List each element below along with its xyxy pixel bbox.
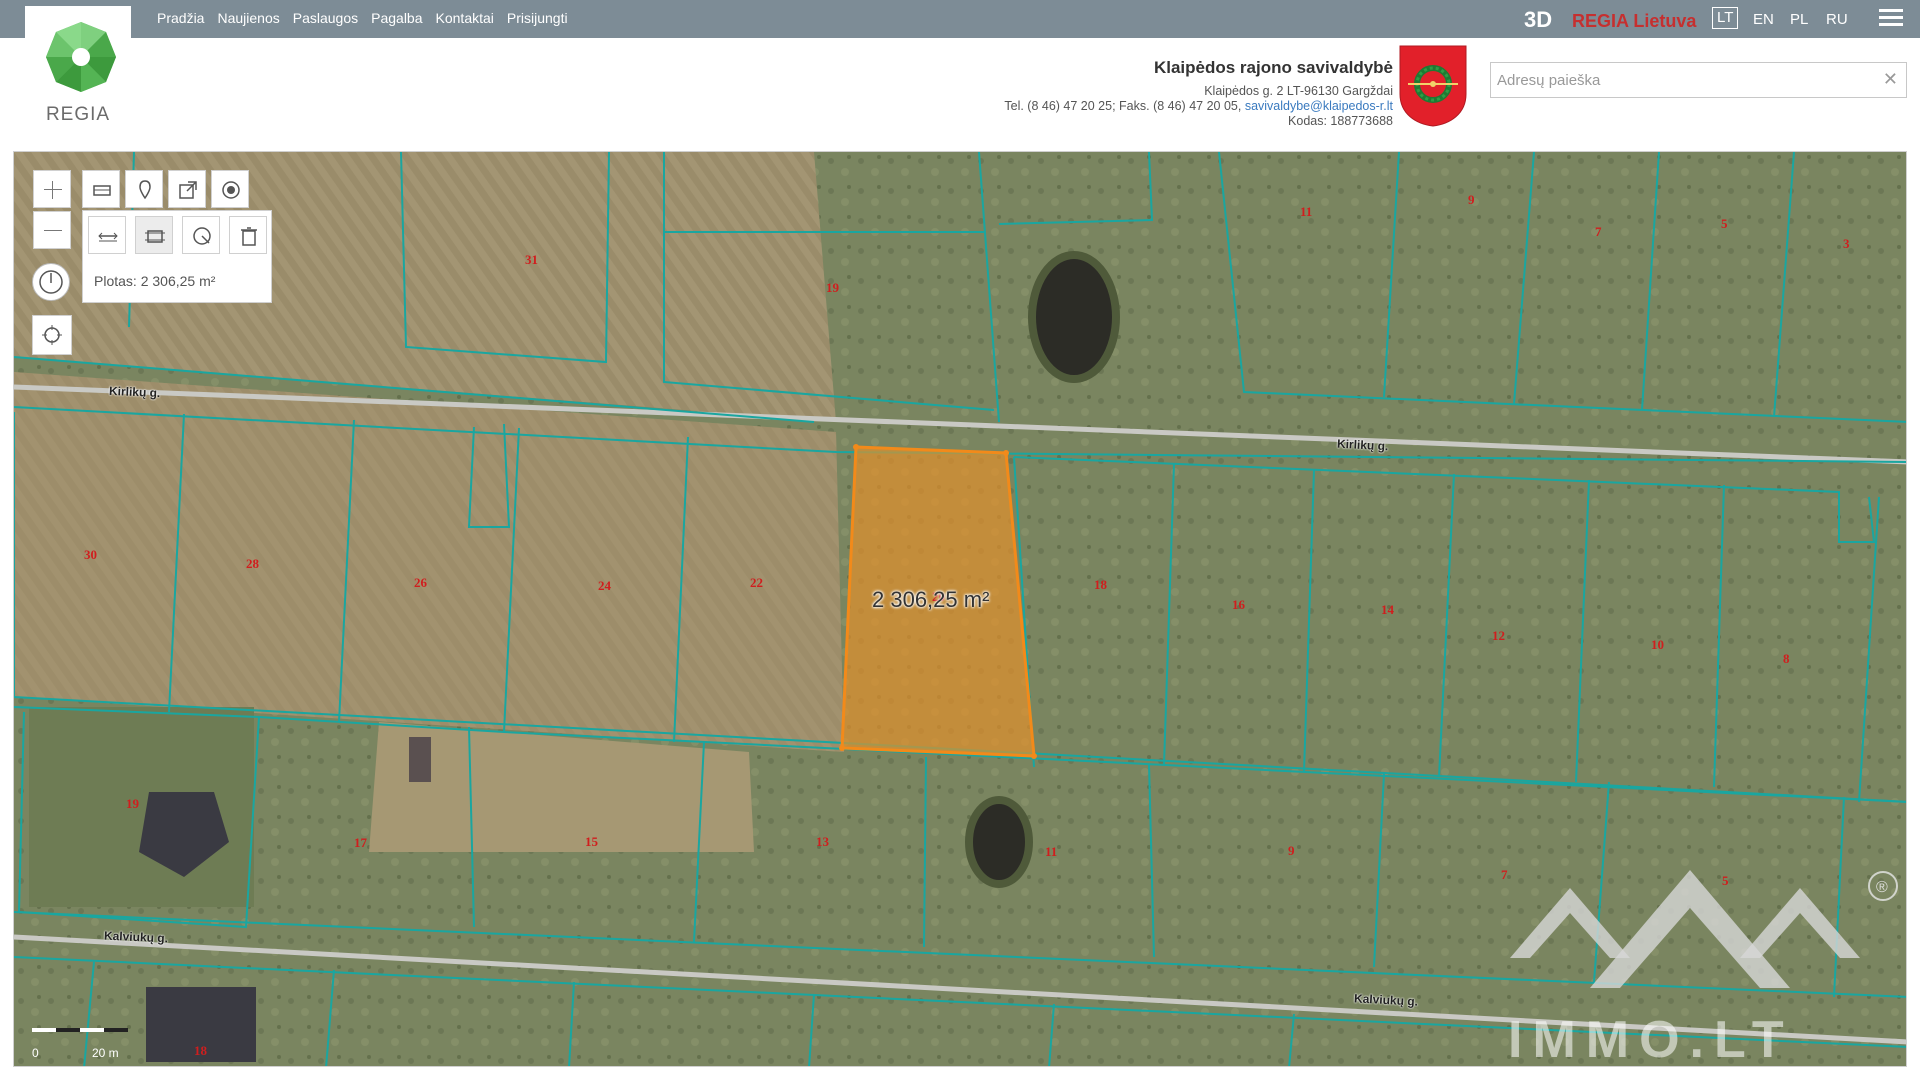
parcel-number: 24 <box>598 578 611 593</box>
pin-button[interactable] <box>125 170 163 208</box>
share-button[interactable] <box>168 170 206 208</box>
watermark-mark: ® <box>1876 879 1888 896</box>
parcel-number: 16 <box>1232 597 1245 612</box>
delete-button[interactable] <box>229 216 267 254</box>
measure-result: Plotas: 2 306,25 m² <box>94 273 216 289</box>
parcel-number: 3 <box>1843 236 1850 251</box>
address-search: ✕ <box>1490 62 1907 98</box>
parcel-number: 11 <box>1300 204 1313 219</box>
pin-icon <box>139 180 151 200</box>
watermark-text: IMMO.LT <box>1508 1011 1794 1069</box>
measure-radius-button[interactable] <box>182 216 220 254</box>
parcel-number: 8 <box>1783 651 1790 666</box>
measure-radius-icon <box>193 227 211 245</box>
municipality-email-link[interactable]: savivaldybe@klaipedos-r.lt <box>1245 99 1393 113</box>
crosshair-icon <box>42 325 62 345</box>
locate-button[interactable] <box>32 315 72 355</box>
zoom-out-button[interactable] <box>33 211 71 249</box>
parcel-number: 19 <box>126 796 139 811</box>
vertex-handle[interactable] <box>839 745 845 751</box>
vertex-handle[interactable] <box>1031 753 1037 759</box>
close-icon[interactable]: ✕ <box>1883 69 1898 90</box>
hamburger-icon[interactable] <box>1879 9 1903 29</box>
layers-button[interactable] <box>82 170 120 208</box>
municipality-code: Kodas: 188773688 <box>1288 114 1393 128</box>
parcel-number: 22 <box>750 575 763 590</box>
layers-icon <box>93 185 111 196</box>
lang-lt[interactable]: LT <box>1712 7 1739 29</box>
parcel-number: 9 <box>1468 192 1475 207</box>
parcel-number: 13 <box>816 834 829 849</box>
street-label: Kirlikų g. <box>1336 436 1389 454</box>
regia-lietuva-link[interactable]: REGIA Lietuva <box>1572 11 1696 32</box>
shed <box>409 737 431 782</box>
parcel-number: 17 <box>354 835 367 850</box>
parcel-number: 30 <box>84 547 97 562</box>
lang-en[interactable]: EN <box>1753 11 1774 28</box>
parcel-number: 18 <box>194 1043 207 1058</box>
measure-area-button[interactable] <box>135 216 173 254</box>
nav-item-paslaugos[interactable]: Paslaugos <box>293 10 358 26</box>
share-icon <box>179 181 197 199</box>
municipality-name: Klaipėdos rajono savivaldybė <box>1153 58 1393 77</box>
parcel-number: 12 <box>1492 628 1505 643</box>
3d-button[interactable]: 3D <box>1524 7 1552 33</box>
regia-logo[interactable]: REGIA <box>25 6 131 125</box>
parcel-number: 5 <box>1721 216 1728 231</box>
lang-ru[interactable]: RU <box>1826 11 1848 28</box>
municipality-phone: Tel. (8 46) 47 20 25; Faks. (8 46) 47 20… <box>1004 99 1242 113</box>
measure-distance-icon <box>98 232 118 242</box>
parcel-number: 26 <box>414 575 427 590</box>
trash-icon <box>241 227 257 246</box>
compass-icon <box>39 270 63 294</box>
parcel-number: 14 <box>1381 602 1394 617</box>
parcel-number: 11 <box>1045 844 1058 859</box>
record-button[interactable] <box>211 170 249 208</box>
area-measure-label: 2 306,25 m² <box>872 587 990 612</box>
scale-min: 0 <box>32 1046 39 1060</box>
nav-item-pagalba[interactable]: Pagalba <box>371 10 422 26</box>
lang-pl[interactable]: PL <box>1790 11 1808 28</box>
regia-logo-icon <box>46 22 116 92</box>
measure-area-icon <box>145 230 165 243</box>
parcel-number: 28 <box>246 556 259 571</box>
parcel-number: 9 <box>1288 843 1295 858</box>
scale-max: 20 m <box>92 1046 119 1060</box>
measure-distance-button[interactable] <box>88 216 126 254</box>
top-bar: Pradžia Naujienos Paslaugos Pagalba Kont… <box>0 0 1920 38</box>
record-icon <box>222 181 240 199</box>
yard <box>29 707 254 907</box>
main-nav: Pradžia Naujienos Paslaugos Pagalba Kont… <box>157 10 568 26</box>
pond-south <box>965 796 1033 888</box>
street-label: Kalviukų g. <box>103 928 169 946</box>
parcel-number: 7 <box>1595 224 1602 239</box>
address-search-input[interactable] <box>1491 63 1873 97</box>
parcel-number: 31 <box>525 252 538 267</box>
pond-north <box>1028 251 1120 383</box>
municipality-info: Klaipėdos rajono savivaldybė Klaipėdos g… <box>880 58 1393 129</box>
municipality-address: Klaipėdos g. 2 LT-96130 Gargždai <box>1204 84 1393 98</box>
vertex-handle[interactable] <box>1003 450 1009 456</box>
zoom-in-button[interactable] <box>33 170 71 208</box>
municipality-contacts: Tel. (8 46) 47 20 25; Faks. (8 46) 47 20… <box>880 99 1393 114</box>
vertex-handle[interactable] <box>853 444 859 450</box>
rotate-button[interactable] <box>32 263 70 301</box>
parcel-number: 10 <box>1651 637 1664 652</box>
street-label: Kirlikų g. <box>108 383 161 401</box>
nav-item-pradzia[interactable]: Pradžia <box>157 10 204 26</box>
municipality-crest-icon <box>1399 45 1467 127</box>
parcel-number: 19 <box>826 280 839 295</box>
logo-text: REGIA <box>45 104 111 125</box>
nav-item-naujienos[interactable]: Naujienos <box>217 10 279 26</box>
parcel-number: 15 <box>585 834 598 849</box>
parcel-number: 7 <box>1501 867 1508 882</box>
nav-item-kontaktai[interactable]: Kontaktai <box>436 10 494 26</box>
nav-item-prisijungti[interactable]: Prisijungti <box>507 10 568 26</box>
parcel-number: 18 <box>1094 577 1107 592</box>
scale-bar <box>32 1028 128 1032</box>
